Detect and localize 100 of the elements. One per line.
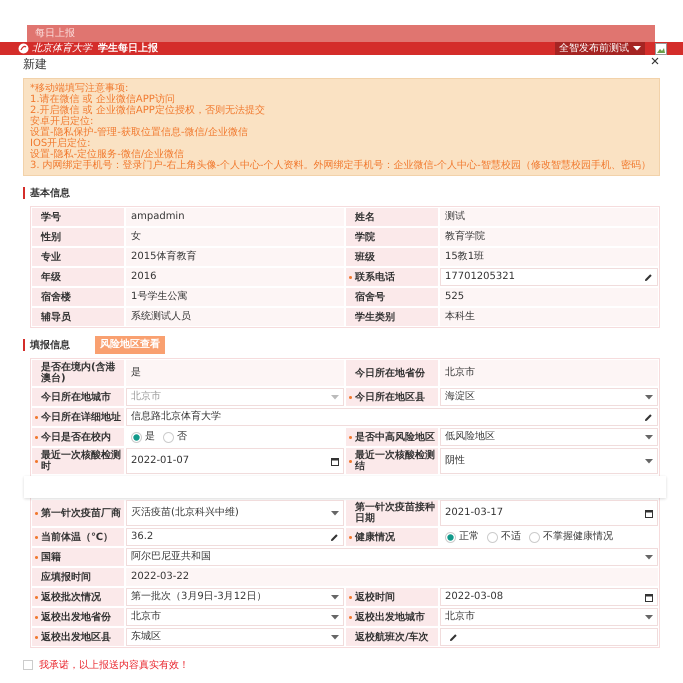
notice-text: 设置-隐私保护-管理-获取位置信息-微信/企业微信 xyxy=(30,127,249,138)
value-text: 1号学生公寓 xyxy=(126,288,344,306)
field-label: 班级 xyxy=(355,252,375,262)
caret-down-icon xyxy=(331,614,339,620)
select-field[interactable]: 低风险地区 xyxy=(440,428,658,446)
field-label: 今日是否在校内 xyxy=(41,432,111,442)
value-text: 教育学院 xyxy=(440,228,658,246)
required-mark xyxy=(35,596,38,598)
section-title: 基本信息 xyxy=(30,186,71,200)
calendar-icon xyxy=(645,592,653,602)
radio-option[interactable]: 不适 xyxy=(487,531,521,543)
required-mark xyxy=(349,536,352,538)
caret-down-icon xyxy=(331,394,339,400)
close-icon[interactable] xyxy=(651,56,659,64)
field-label: 返校航班次/车次 xyxy=(355,632,429,642)
caret-down-icon xyxy=(645,458,653,464)
required-mark xyxy=(35,460,38,462)
select-field[interactable]: 北京市 xyxy=(440,608,658,626)
pencil-icon xyxy=(644,412,653,422)
required-mark xyxy=(349,436,352,438)
field-label: 今日所在详细地址 xyxy=(41,412,121,422)
required-mark xyxy=(35,636,38,638)
field-label: 学号 xyxy=(41,212,61,222)
caret-down-icon xyxy=(645,614,653,620)
field-label: 健康情况 xyxy=(355,532,395,542)
field-label: 学院 xyxy=(355,232,375,242)
value-text: 525 xyxy=(440,288,658,306)
required-mark xyxy=(349,460,352,462)
required-mark xyxy=(35,616,38,618)
field-label: 性别 xyxy=(41,232,61,242)
field-label: 联系电话 xyxy=(355,272,395,282)
field-label: 学生类别 xyxy=(355,312,395,322)
required-mark xyxy=(35,436,38,438)
select-field[interactable]: 海淀区 xyxy=(440,388,658,406)
field-label: 国籍 xyxy=(41,552,61,562)
notice-text: 安卓开启定位: xyxy=(30,116,94,127)
section-marker xyxy=(23,187,25,199)
caret-down-icon xyxy=(645,394,653,400)
app-title: 学生每日上报 xyxy=(98,42,158,54)
input-field[interactable]: 36.2 xyxy=(126,528,344,546)
input-field[interactable] xyxy=(440,628,658,646)
field-label: 最近一次核酸检测结 xyxy=(355,450,435,472)
field-label: 是否在境内(含港澳台) xyxy=(41,362,117,384)
date-field[interactable]: 2022-01-07 xyxy=(126,448,344,474)
required-mark xyxy=(35,536,38,538)
radio-option[interactable]: 否 xyxy=(163,431,187,443)
date-field[interactable]: 2021-03-17 xyxy=(440,500,658,526)
input-field[interactable]: 信息路北京体育大学 xyxy=(126,408,658,426)
required-mark xyxy=(349,396,352,398)
caret-down-icon xyxy=(645,554,653,560)
pencil-icon xyxy=(449,632,458,642)
field-label: 第一针次疫苗接种日期 xyxy=(355,502,435,524)
checkbox[interactable] xyxy=(23,660,33,670)
notice-text: 设置-隐私-定位服务-微信/企业微信 xyxy=(30,149,184,160)
value-text: 2015体育教育 xyxy=(126,248,344,266)
field-label: 当前体温（℃） xyxy=(41,532,114,542)
field-label: 今日所在地区县 xyxy=(355,392,425,402)
select-field[interactable]: 第一批次（3月9日-3月12日） xyxy=(126,588,344,606)
radio-option[interactable]: 正常 xyxy=(445,531,479,543)
value-text: 系统测试人员 xyxy=(126,308,344,326)
calendar-icon xyxy=(331,456,339,466)
field-label: 返校时间 xyxy=(355,592,395,602)
broken-image-icon xyxy=(655,42,667,54)
field-label: 今日所在地省份 xyxy=(355,368,425,378)
value-text: 测试 xyxy=(440,208,658,226)
select-field[interactable]: 灭活疫苗(北京科兴中维) xyxy=(126,500,344,526)
required-mark xyxy=(35,416,38,418)
select-field[interactable]: 阴性 xyxy=(440,448,658,474)
pencil-icon xyxy=(644,272,653,282)
field-label: 应填报时间 xyxy=(41,572,91,582)
caret-down-icon xyxy=(331,634,339,640)
value-text: 本科生 xyxy=(440,308,658,326)
value-text: 2016 xyxy=(126,268,344,286)
field-label: 返校出发地城市 xyxy=(355,612,425,622)
radio-option[interactable]: 是 xyxy=(131,431,155,443)
field-label: 宿舍号 xyxy=(355,292,385,302)
radio-option[interactable]: 不掌握健康情况 xyxy=(529,531,613,543)
field-label: 第一针次疫苗厂商 xyxy=(41,508,121,518)
value-text: 2022-03-22 xyxy=(126,568,658,586)
field-label: 年级 xyxy=(41,272,61,282)
field-label: 返校批次情况 xyxy=(41,592,101,602)
input-field[interactable]: 17701205321 xyxy=(440,268,658,286)
field-label: 辅导员 xyxy=(41,312,71,322)
caret-down-icon xyxy=(633,46,641,51)
required-mark xyxy=(35,512,38,514)
notice-text: *移动端填写注意事项: xyxy=(30,83,130,94)
field-label: 最近一次核酸检测时 xyxy=(41,450,121,472)
select-field[interactable]: 北京市 xyxy=(126,608,344,626)
field-label: 姓名 xyxy=(355,212,375,222)
value-text: ampadmin xyxy=(126,208,344,226)
user-menu[interactable]: 全智发布前测试 xyxy=(555,42,645,55)
section-marker xyxy=(23,339,25,351)
notice-text: IOS开启定位: xyxy=(30,138,92,149)
field-label: 今日所在地城市 xyxy=(41,392,111,402)
date-field[interactable]: 2022-03-08 xyxy=(440,588,658,606)
required-mark xyxy=(349,276,352,278)
select-field[interactable]: 东城区 xyxy=(126,628,344,646)
dialog-title: 新建 xyxy=(23,57,47,72)
select-field[interactable]: 阿尔巴尼亚共和国 xyxy=(126,548,658,566)
field-label: 专业 xyxy=(41,252,61,262)
